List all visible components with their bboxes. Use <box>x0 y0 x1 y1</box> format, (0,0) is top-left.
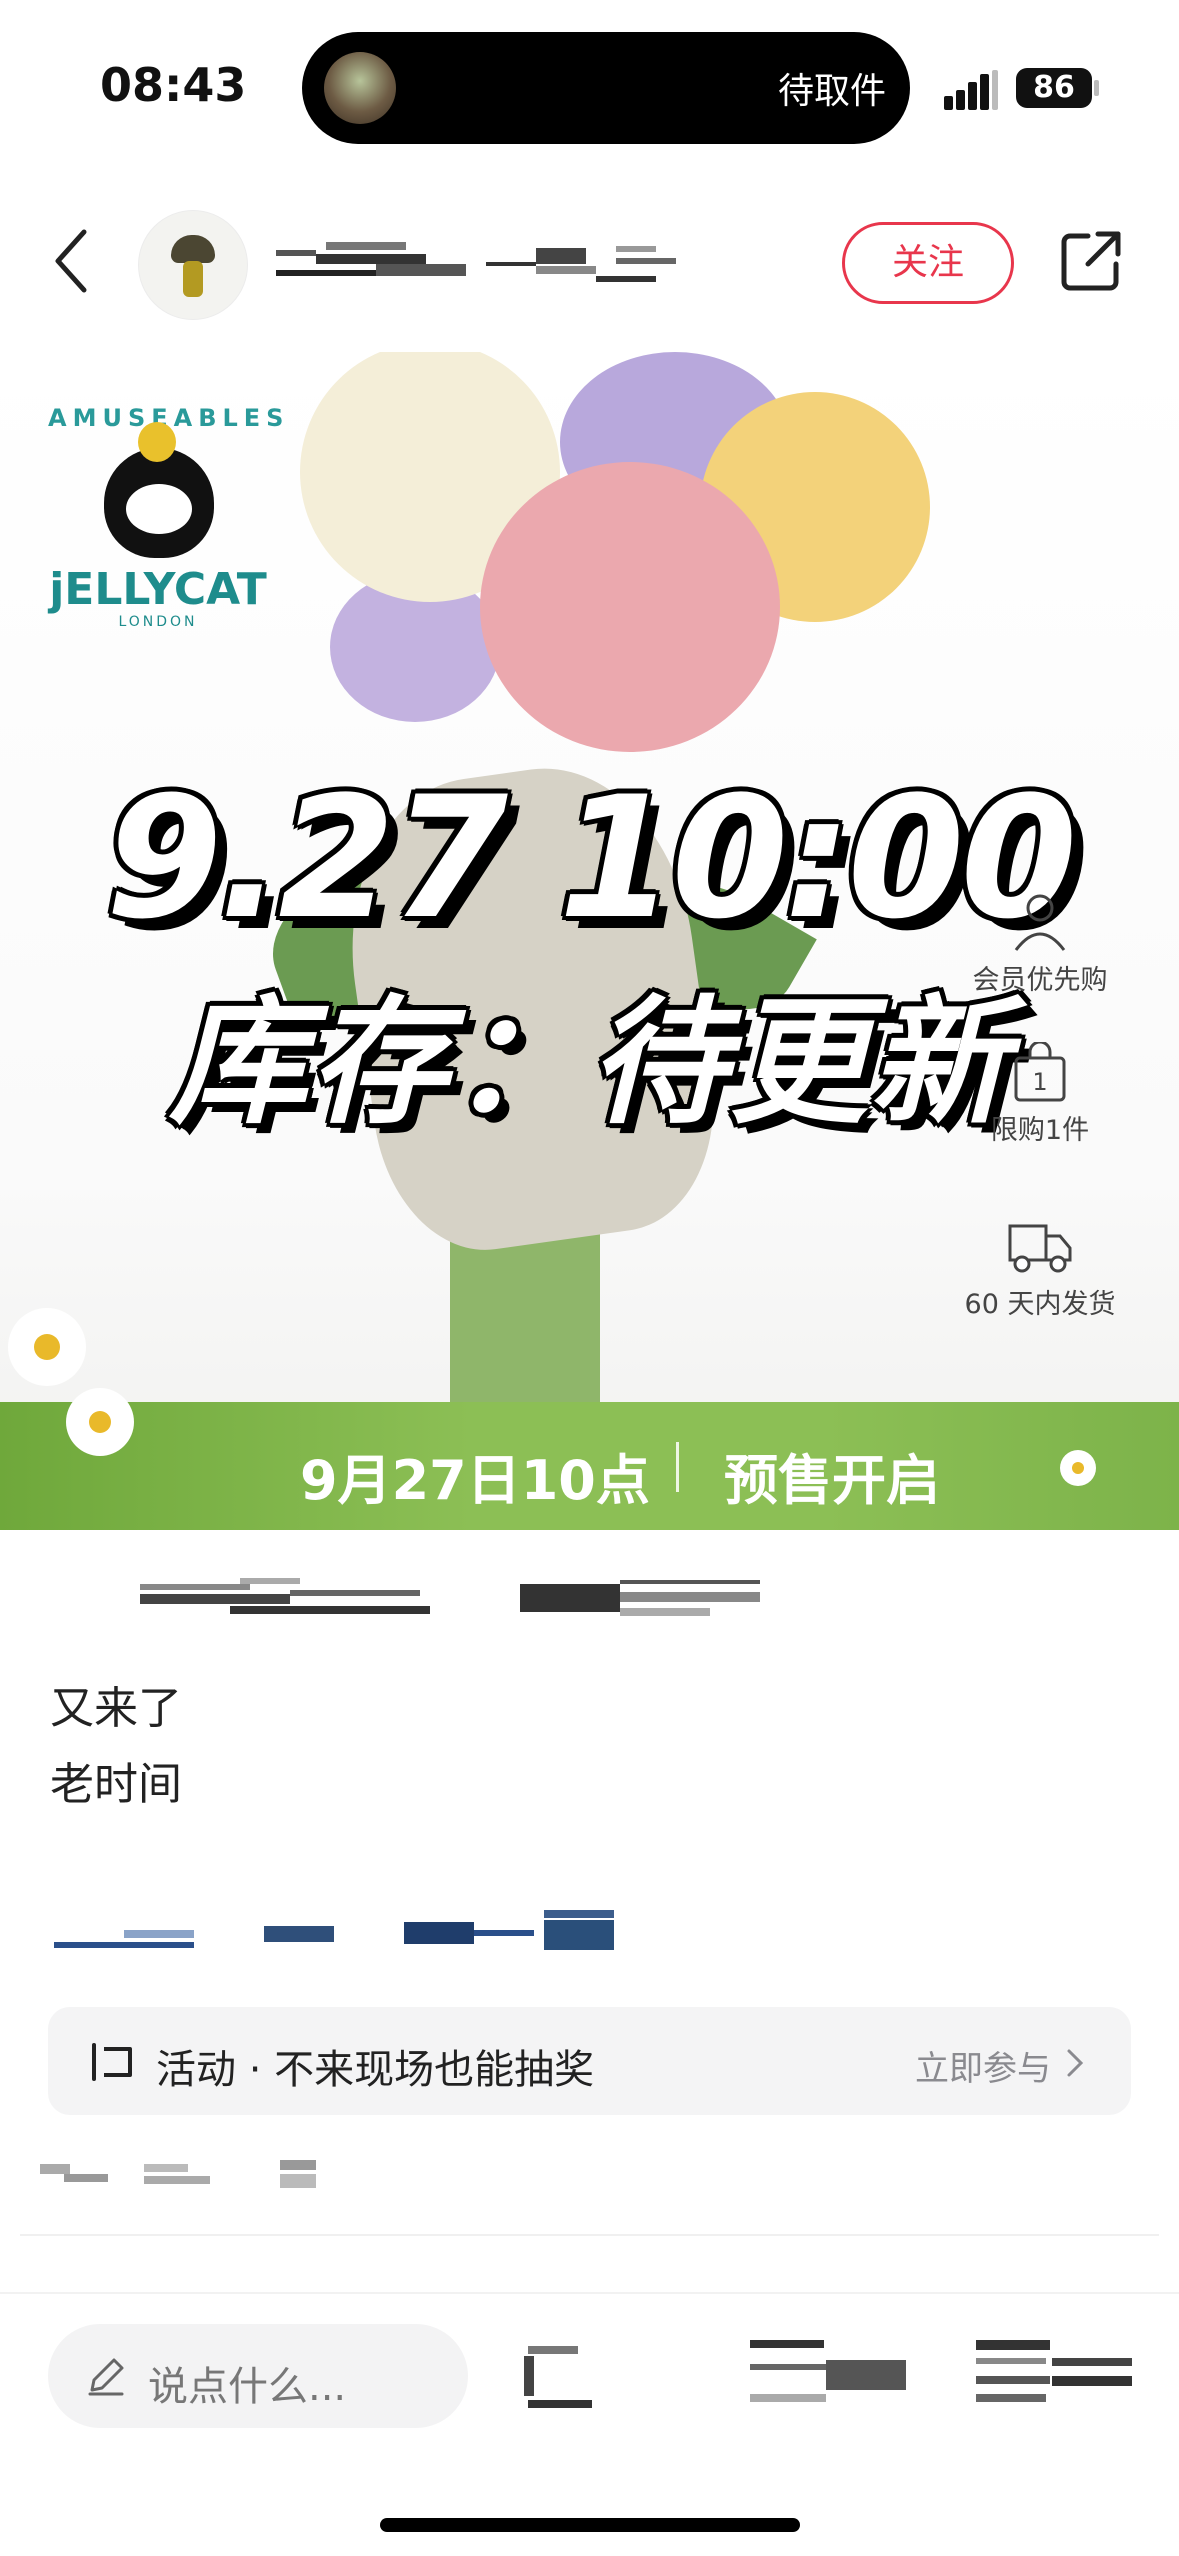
comment-count-redacted[interactable] <box>976 2336 1136 2416</box>
battery-icon: 86 <box>1016 68 1092 108</box>
brand-city: LONDON <box>118 614 198 630</box>
chevron-right-icon <box>1065 2047 1085 2088</box>
svg-text:1: 1 <box>1032 1068 1047 1096</box>
post-meta-redacted <box>40 2160 316 2188</box>
post-body-line: 老时间 <box>50 1759 182 1810</box>
author-avatar[interactable] <box>138 210 248 320</box>
banner-date: 9月27日10点 <box>300 1449 650 1512</box>
back-button[interactable] <box>44 226 104 296</box>
brand-name: jELLYCAT <box>49 564 267 615</box>
side-item-label: 限购1件 <box>990 1115 1090 1146</box>
activity-join-link[interactable]: 立即参与 <box>915 2041 1051 2090</box>
banner-presale: 预售开启 <box>724 1449 940 1512</box>
activity-label: 活动 · 不来现场也能抽奖 <box>156 2047 595 2093</box>
jellycat-logo: AMUSEABLES jELLYCAT LONDON <box>48 404 283 630</box>
dynamic-island[interactable]: 待取件 <box>302 32 910 144</box>
person-icon <box>1008 892 1072 952</box>
side-item-label: 60 天内发货 <box>964 1289 1116 1320</box>
activity-banner[interactable]: 活动 · 不来现场也能抽奖 立即参与 <box>48 2007 1131 2115</box>
purchase-limit: 1 限购1件 <box>940 1040 1140 1147</box>
flag-icon <box>92 2043 132 2081</box>
post-image[interactable]: AMUSEABLES jELLYCAT LONDON 9.27 10:00 库存… <box>0 352 1179 1530</box>
comment-placeholder: 说点什么... <box>148 2364 347 2410</box>
content-divider <box>20 2234 1159 2236</box>
island-pickup-text: 待取件 <box>777 71 886 112</box>
shipping-time: 60 天内发货 <box>940 1216 1140 1321</box>
author-name-redacted[interactable] <box>276 242 690 288</box>
banner-separator <box>676 1442 679 1492</box>
pineapple-icon <box>138 422 176 462</box>
chevron-left-icon <box>55 229 87 293</box>
bag-icon: 1 <box>1008 1040 1072 1102</box>
comment-input[interactable]: 说点什么... <box>48 2324 468 2428</box>
home-indicator[interactable] <box>380 2518 800 2532</box>
mushroom-stem <box>183 261 203 297</box>
share-button[interactable] <box>1058 228 1124 294</box>
bottom-bar-divider <box>0 2292 1179 2294</box>
collect-button-redacted[interactable] <box>750 2336 910 2416</box>
hashtag-links-redacted[interactable] <box>54 1906 624 1956</box>
pencil-icon <box>88 2358 124 2396</box>
presale-banner: 9月27日10点 预售开启 <box>0 1402 1179 1530</box>
side-item-label: 会员优先购 <box>972 965 1108 996</box>
member-priority: 会员优先购 <box>940 892 1140 997</box>
post-body-line: 又来了 <box>50 1683 182 1734</box>
status-time: 08:43 <box>100 58 247 112</box>
follow-button[interactable]: 关注 <box>842 222 1014 304</box>
signal-icon <box>944 70 1002 110</box>
cat-logo-icon <box>104 448 214 558</box>
truck-icon <box>1008 1216 1072 1276</box>
like-button-redacted[interactable] <box>520 2336 600 2416</box>
pink-flower <box>480 462 780 752</box>
battery-tip <box>1094 80 1099 96</box>
share-icon <box>1061 231 1121 291</box>
post-title-redacted <box>140 1578 760 1616</box>
island-avatar <box>324 52 396 124</box>
mushroom-icon <box>171 235 215 263</box>
